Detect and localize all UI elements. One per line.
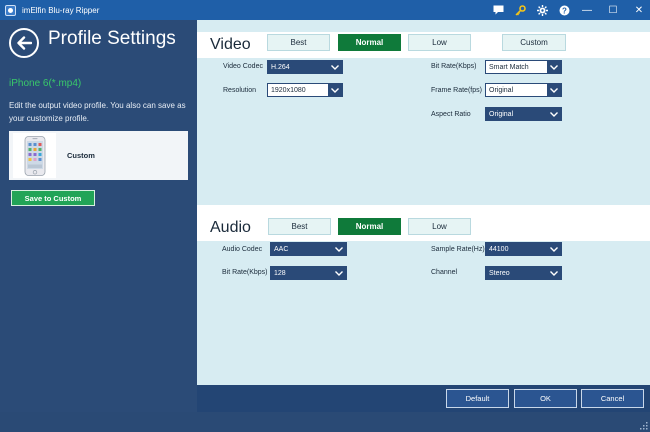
profile-name: iPhone 6(*.mp4) [9,78,82,89]
help-icon[interactable]: ? [556,2,572,18]
window-title: imElfin Blu-ray Ripper [22,5,100,15]
minimize-button[interactable]: — [576,2,598,18]
audio-codec-select[interactable]: AAC [270,242,347,256]
video-preset-normal[interactable]: Normal [338,34,401,51]
chevron-down-icon [328,84,342,96]
chevron-down-icon [547,108,561,120]
default-button[interactable]: Default [446,389,509,408]
chevron-down-icon [547,267,561,279]
frame-rate-label: Frame Rate(fps) [431,87,482,94]
video-codec-label: Video Codec [223,63,263,70]
title-bar-controls: ? — ☐ ✕ [484,0,650,20]
aspect-ratio-value: Original [489,110,514,118]
section-divider [197,205,650,215]
key-icon[interactable] [512,2,528,18]
video-bitrate-value: Smart Match [489,63,529,71]
aspect-ratio-select[interactable]: Original [485,107,562,121]
channel-label: Channel [431,269,458,276]
audio-section-title: Audio [210,219,251,236]
audio-bitrate-label: Bit Rate(Kbps) [222,269,268,276]
back-button[interactable] [9,28,39,58]
frame-rate-select[interactable]: Original [485,83,562,97]
profile-card[interactable]: Custom [9,131,188,180]
profile-card-label: Custom [67,151,95,160]
maximize-button[interactable]: ☐ [602,2,624,18]
video-codec-value: H.264 [271,63,290,71]
video-bitrate-label: Bit Rate(Kbps) [431,63,477,70]
audio-codec-label: Audio Codec [222,246,263,253]
chevron-down-icon [547,243,561,255]
audio-preset-normal[interactable]: Normal [338,218,401,235]
video-section-title: Video [210,36,251,53]
arrow-left-icon [17,36,32,50]
title-bar: imElfin Blu-ray Ripper ? — ☐ ✕ [0,0,650,20]
status-bar [0,412,650,432]
video-preset-custom[interactable]: Custom [502,34,566,51]
audio-section-header: Audio Best Normal Low [197,215,650,241]
profile-description: Edit the output video profile. You also … [9,101,186,123]
sample-rate-value: 44100 [489,245,509,253]
video-codec-select[interactable]: H.264 [267,60,343,74]
sample-rate-label: Sample Rate(Hz) [431,246,485,253]
app-logo-icon [5,4,16,16]
ok-button[interactable]: OK [514,389,577,408]
audio-preset-best[interactable]: Best [268,218,331,235]
chevron-down-icon [332,243,346,255]
chevron-down-icon [332,267,346,279]
resolution-label: Resolution [223,87,257,94]
video-section-header: Video Best Normal Low Custom [197,32,650,58]
resize-grip-icon[interactable] [640,422,648,430]
channel-value: Stereo [489,269,510,277]
settings-panel: Video Best Normal Low Custom Video Codec… [197,20,650,412]
chevron-down-icon [328,61,342,73]
chevron-down-icon [547,84,561,96]
video-preset-low[interactable]: Low [408,34,471,51]
resolution-select[interactable]: 1920x1080 [267,83,343,97]
dialog-footer: Default OK Cancel [197,385,650,412]
svg-text:?: ? [562,6,567,15]
sample-rate-select[interactable]: 44100 [485,242,562,256]
audio-codec-value: AAC [274,245,289,253]
page-title: Profile Settings [48,28,176,49]
audio-preset-low[interactable]: Low [408,218,471,235]
audio-bitrate-value: 128 [274,269,286,277]
video-bitrate-select[interactable]: Smart Match [485,60,562,74]
resolution-value: 1920x1080 [271,86,306,94]
left-panel: Profile Settings iPhone 6(*.mp4) Edit th… [0,20,197,412]
chevron-down-icon [547,61,561,73]
channel-select[interactable]: Stereo [485,266,562,280]
gear-icon[interactable] [534,2,550,18]
close-button[interactable]: ✕ [628,2,650,18]
cancel-button[interactable]: Cancel [581,389,644,408]
iphone-image [13,133,56,178]
audio-bitrate-select[interactable]: 128 [270,266,347,280]
video-preset-best[interactable]: Best [267,34,330,51]
save-to-custom-button[interactable]: Save to Custom [11,190,95,206]
frame-rate-value: Original [489,86,514,94]
chat-icon[interactable] [490,2,506,18]
aspect-ratio-label: Aspect Ratio [431,111,471,118]
